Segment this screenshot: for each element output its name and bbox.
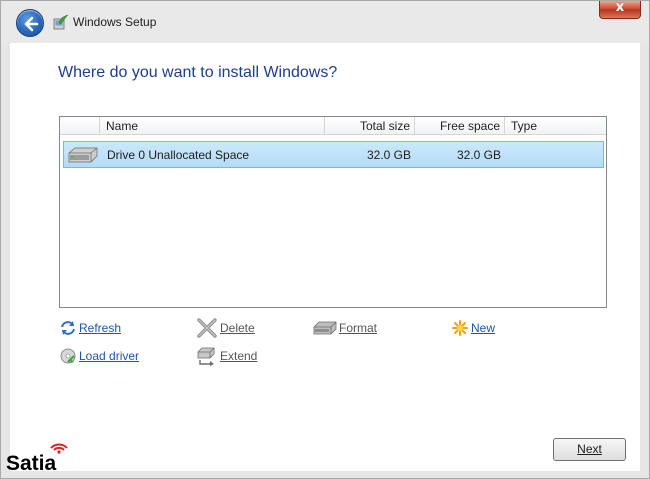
new-button[interactable]: New <box>451 318 495 338</box>
row-name: Drive 0 Unallocated Space <box>107 148 250 162</box>
extend-icon <box>197 347 215 366</box>
format-drive-icon <box>313 321 337 335</box>
format-button[interactable]: Format <box>313 318 377 338</box>
delete-label: Delete <box>220 321 255 335</box>
column-header-icon[interactable] <box>60 117 100 135</box>
back-arrow-icon <box>24 16 39 32</box>
close-button[interactable]: x <box>599 0 641 19</box>
row-free-space: 32.0 GB <box>456 148 501 162</box>
list-header: Name Total size Free space Type <box>60 117 606 135</box>
partition-list[interactable]: Name Total size Free space Type Drive 0 … <box>59 116 607 308</box>
hard-drive-icon <box>68 147 98 163</box>
extend-button[interactable]: Extend <box>196 346 257 366</box>
window-title: Windows Setup <box>73 15 157 29</box>
refresh-button[interactable]: Refresh <box>59 318 121 338</box>
next-button[interactable]: Next <box>553 438 626 461</box>
next-label: Next <box>577 442 602 456</box>
table-row[interactable]: Drive 0 Unallocated Space 32.0 GB 32.0 G… <box>63 141 604 168</box>
load-driver-button[interactable]: Load driver <box>59 346 139 366</box>
watermark-logo: Satia <box>6 443 76 476</box>
close-icon: x <box>615 0 625 15</box>
watermark-text: Satia <box>6 452 57 475</box>
column-header-type[interactable]: Type <box>505 117 606 135</box>
load-driver-icon <box>60 348 76 364</box>
column-header-free-space[interactable]: Free space <box>415 117 505 135</box>
column-header-total-size[interactable]: Total size <box>325 117 415 135</box>
back-button[interactable] <box>16 9 44 37</box>
new-label: New <box>471 321 496 335</box>
column-header-name[interactable]: Name <box>100 117 325 135</box>
extend-label: Extend <box>220 349 258 363</box>
delete-button[interactable]: Delete <box>196 318 255 338</box>
format-label: Format <box>339 321 378 335</box>
new-partition-icon <box>452 320 468 336</box>
content-panel: Where do you want to install Windows? Na… <box>10 43 640 471</box>
load-driver-label: Load driver <box>79 349 140 363</box>
refresh-icon <box>61 321 75 335</box>
title-bar: Windows Setup x <box>1 0 649 43</box>
delete-icon <box>197 318 217 338</box>
page-heading: Where do you want to install Windows? <box>58 64 338 81</box>
row-total-size: 32.0 GB <box>366 148 411 162</box>
refresh-label: Refresh <box>79 321 122 335</box>
windows-setup-icon <box>53 14 69 30</box>
setup-window: Windows Setup x Where do you want to ins… <box>0 0 650 479</box>
